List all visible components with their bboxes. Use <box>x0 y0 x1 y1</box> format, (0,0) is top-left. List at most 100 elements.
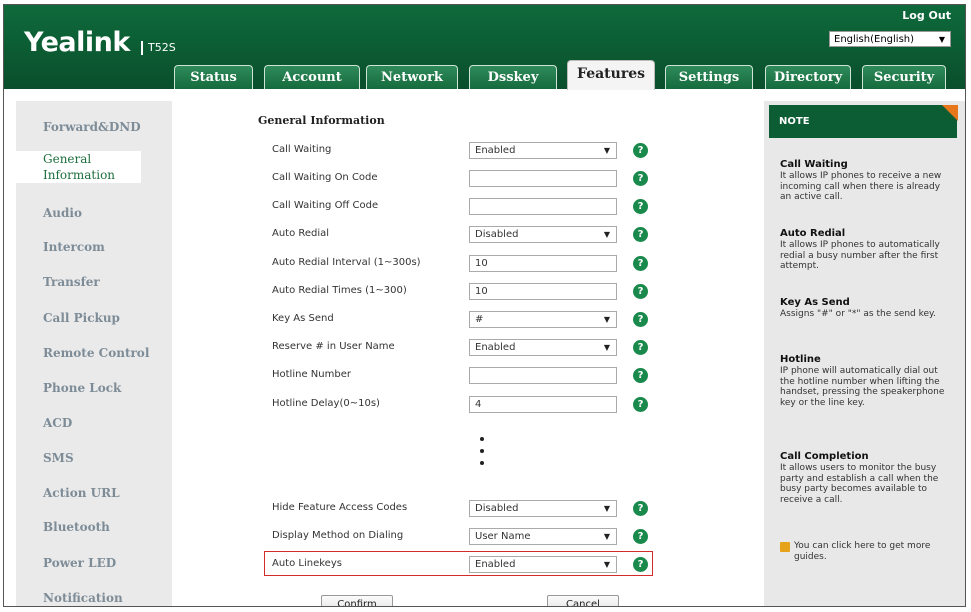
chevron-down-icon: ▼ <box>603 560 610 569</box>
chevron-down-icon: ▼ <box>603 504 610 513</box>
sidebar-item-acd[interactable]: ACD <box>43 416 72 430</box>
help-icon[interactable]: ? <box>633 143 648 158</box>
model-label: T52S <box>141 41 176 55</box>
auto-redial-interval-label: Auto Redial Interval (1~300s) <box>272 257 421 268</box>
guide-icon <box>780 542 790 552</box>
tab-settings[interactable]: Settings <box>665 65 753 89</box>
help-icon[interactable]: ? <box>633 368 648 383</box>
auto-redial-times-value: 10 <box>475 286 488 297</box>
auto-linekeys-select[interactable]: Enabled ▼ <box>469 556 617 573</box>
help-icon[interactable]: ? <box>633 312 648 327</box>
hotline-number-input[interactable] <box>469 367 617 384</box>
chevron-down-icon: ▼ <box>603 532 610 541</box>
note-entry-title: Key As Send <box>780 297 850 308</box>
sidebar-item-transfer[interactable]: Transfer <box>43 275 100 289</box>
help-icon[interactable]: ? <box>633 227 648 242</box>
key-as-send-label: Key As Send <box>272 313 334 324</box>
ellipsis-dot <box>480 461 484 465</box>
brand-logo: Yealink <box>24 27 130 58</box>
cancel-button[interactable]: Cancel <box>547 595 619 606</box>
note-entry-title: Call Waiting <box>780 159 848 170</box>
tab-security[interactable]: Security <box>862 65 946 89</box>
auto-redial-times-input[interactable]: 10 <box>469 283 617 300</box>
note-header: NOTE <box>769 105 957 138</box>
chevron-down-icon: ▼ <box>603 230 610 239</box>
hotline-delay-label: Hotline Delay(0~10s) <box>272 398 380 409</box>
reserve-hash-select[interactable]: Enabled ▼ <box>469 339 617 356</box>
tab-account[interactable]: Account <box>264 65 360 89</box>
chevron-down-icon: ▼ <box>603 343 610 352</box>
guide-link[interactable]: You can click here to get more guides. <box>794 541 944 562</box>
auto-redial-interval-input[interactable]: 10 <box>469 255 617 272</box>
key-as-send-value: # <box>475 314 484 325</box>
help-icon[interactable]: ? <box>633 340 648 355</box>
hotline-delay-input[interactable]: 4 <box>469 396 617 413</box>
display-method-select[interactable]: User Name ▼ <box>469 528 617 545</box>
auto-linekeys-label: Auto Linekeys <box>272 558 342 569</box>
help-icon[interactable]: ? <box>633 501 648 516</box>
note-entry-title: Auto Redial <box>780 228 846 239</box>
auto-redial-select[interactable]: Disabled ▼ <box>469 226 617 243</box>
chevron-down-icon: ▼ <box>603 146 610 155</box>
sidebar: Forward&DND General Information Audio In… <box>16 101 172 606</box>
sidebar-item-sms[interactable]: SMS <box>43 451 74 465</box>
help-icon[interactable]: ? <box>633 557 648 572</box>
key-as-send-select[interactable]: # ▼ <box>469 311 617 328</box>
logout-link[interactable]: Log Out <box>902 9 951 22</box>
reserve-hash-label: Reserve # in User Name <box>272 341 395 352</box>
ellipsis-dot <box>480 449 484 453</box>
help-icon[interactable]: ? <box>633 397 648 412</box>
language-value: English(English) <box>834 34 915 45</box>
help-icon[interactable]: ? <box>633 199 648 214</box>
tab-status[interactable]: Status <box>174 65 253 89</box>
call-waiting-off-code-label: Call Waiting Off Code <box>272 200 379 211</box>
display-method-label: Display Method on Dialing <box>272 530 404 541</box>
auto-linekeys-value: Enabled <box>475 559 516 570</box>
help-icon[interactable]: ? <box>633 284 648 299</box>
ellipsis-dot <box>480 437 484 441</box>
main-content: General Information Call Waiting Enabled… <box>172 101 764 606</box>
help-icon[interactable]: ? <box>633 256 648 271</box>
sidebar-item-call-pickup[interactable]: Call Pickup <box>43 311 120 325</box>
header-bar: Yealink T52S Log Out English(English) ▼ … <box>4 5 965 90</box>
hotline-number-label: Hotline Number <box>272 369 351 380</box>
sidebar-item-bluetooth[interactable]: Bluetooth <box>43 520 110 534</box>
call-waiting-off-code-input[interactable] <box>469 198 617 215</box>
web-ui-frame: Yealink T52S Log Out English(English) ▼ … <box>3 4 966 607</box>
tab-network[interactable]: Network <box>366 65 458 89</box>
help-icon[interactable]: ? <box>633 529 648 544</box>
reserve-hash-value: Enabled <box>475 342 516 353</box>
call-waiting-select[interactable]: Enabled ▼ <box>469 142 617 159</box>
sidebar-item-power-led[interactable]: Power LED <box>43 556 116 570</box>
call-waiting-on-code-input[interactable] <box>469 170 617 187</box>
display-method-value: User Name <box>475 531 531 542</box>
hide-feature-access-codes-select[interactable]: Disabled ▼ <box>469 500 617 517</box>
note-entry-title: Call Completion <box>780 451 869 462</box>
sidebar-item-audio[interactable]: Audio <box>43 206 82 220</box>
sidebar-item-forward-dnd[interactable]: Forward&DND <box>43 120 141 134</box>
language-select[interactable]: English(English) ▼ <box>829 31 951 47</box>
note-panel: NOTE Call Waiting It allows IP phones to… <box>764 101 965 606</box>
tab-directory[interactable]: Directory <box>765 65 851 89</box>
section-title: General Information <box>258 114 385 127</box>
sidebar-item-notification-popups[interactable]: Notification Popups <box>43 591 172 606</box>
help-icon[interactable]: ? <box>633 171 648 186</box>
confirm-button[interactable]: Confirm <box>321 595 393 606</box>
hotline-delay-value: 4 <box>475 399 482 410</box>
note-entry-text: It allows IP phones to automatically red… <box>780 240 940 271</box>
auto-redial-value: Disabled <box>475 229 519 240</box>
note-corner-flag <box>942 105 958 121</box>
sidebar-item-action-url[interactable]: Action URL <box>43 486 120 500</box>
note-entry-text: Assigns "#" or "*" as the send key. <box>780 309 936 319</box>
chevron-down-icon: ▼ <box>603 315 610 324</box>
tab-dsskey[interactable]: Dsskey <box>469 65 557 89</box>
note-entry-text: It allows users to monitor the busy part… <box>780 463 939 505</box>
call-waiting-value: Enabled <box>475 145 516 156</box>
sidebar-item-general-information[interactable]: General Information <box>16 151 141 183</box>
sidebar-item-remote-control[interactable]: Remote Control <box>43 346 149 360</box>
hide-feature-access-codes-value: Disabled <box>475 503 519 514</box>
sidebar-item-intercom[interactable]: Intercom <box>43 240 105 254</box>
sidebar-item-phone-lock[interactable]: Phone Lock <box>43 381 121 395</box>
hide-feature-access-codes-label: Hide Feature Access Codes <box>272 502 408 513</box>
tab-features[interactable]: Features <box>567 60 655 90</box>
